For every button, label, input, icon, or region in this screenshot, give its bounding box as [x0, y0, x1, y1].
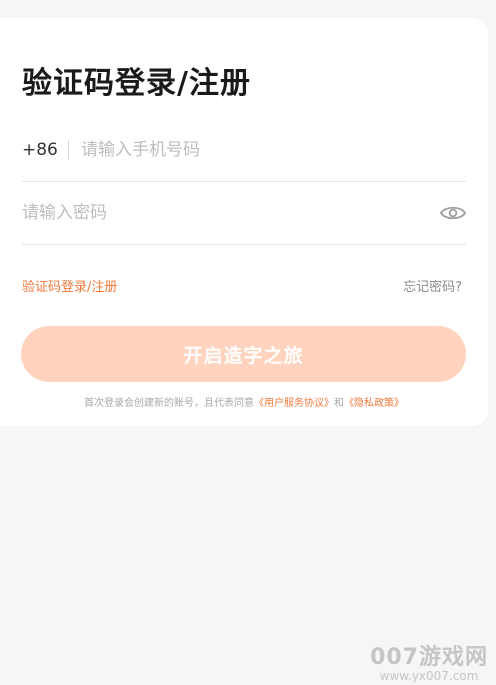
agreement-and: 和 — [334, 398, 344, 409]
eye-icon[interactable] — [440, 204, 466, 222]
privacy-link[interactable]: 《隐私政策》 — [344, 398, 404, 409]
terms-link[interactable]: 《用户服务协议》 — [254, 398, 334, 409]
login-card: 验证码登录/注册 +86 验证码登录/注册 忘记密码? 开启造字之旅 首次登录会… — [0, 18, 488, 426]
password-input[interactable] — [22, 203, 432, 223]
forgot-password-link[interactable]: 忘记密码? — [403, 276, 462, 295]
page-title: 验证码登录/注册 — [22, 66, 251, 101]
agreement-prefix: 首次登录会创建新的账号，且代表同意 — [84, 398, 254, 409]
agreement-text: 首次登录会创建新的账号，且代表同意《用户服务协议》和《隐私政策》 — [0, 394, 488, 409]
watermark-main: 007游戏网 — [370, 645, 488, 670]
watermark-url: www.yx007.com — [379, 669, 479, 683]
password-row — [22, 182, 466, 245]
phone-input[interactable] — [81, 140, 466, 160]
links-row: 验证码登录/注册 忘记密码? — [22, 276, 462, 295]
country-code[interactable]: +86 — [22, 140, 68, 160]
divider — [68, 140, 69, 160]
submit-button[interactable]: 开启造字之旅 — [21, 326, 466, 382]
phone-row: +86 — [22, 119, 466, 182]
login-page: 验证码登录/注册 +86 验证码登录/注册 忘记密码? 开启造字之旅 首次登录会… — [0, 0, 496, 685]
switch-login-mode-link[interactable]: 验证码登录/注册 — [22, 276, 117, 295]
watermark: 007游戏网 www.yx007.com — [370, 639, 488, 683]
